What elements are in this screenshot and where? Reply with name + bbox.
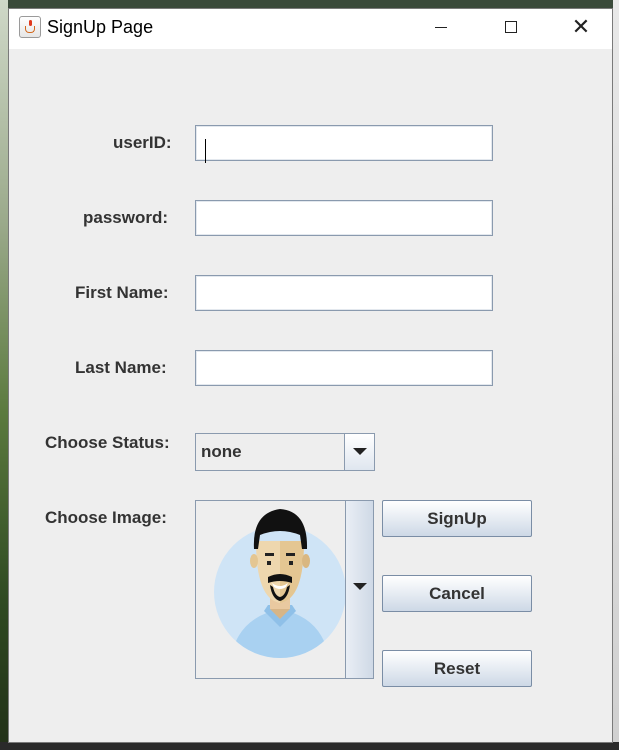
status-dropdown-arrow-button[interactable] [344, 434, 374, 470]
password-label: password: [83, 208, 169, 227]
userid-input[interactable] [195, 125, 493, 161]
minimize-button[interactable] [413, 9, 469, 45]
desktop-background-right [613, 0, 619, 750]
choose-status-label: Choose Status: [45, 433, 170, 452]
chevron-down-icon [353, 583, 367, 590]
desktop-background-left [0, 0, 8, 750]
last-name-label: Last Name: [75, 358, 167, 377]
male-avatar-icon [214, 509, 345, 658]
first-name-label: First Name: [75, 283, 169, 302]
chevron-down-icon [353, 448, 367, 455]
last-name-input[interactable] [195, 350, 493, 386]
text-caret [205, 139, 206, 163]
signup-window: SignUp Page ✕ userID: password: First Na… [8, 8, 613, 743]
image-dropdown-arrow-button[interactable] [345, 501, 373, 678]
signup-button[interactable]: SignUp [382, 500, 532, 537]
java-cup-icon [19, 16, 41, 38]
status-dropdown[interactable]: none [195, 433, 375, 471]
close-icon: ✕ [571, 14, 591, 39]
choose-image-label: Choose Image: [45, 508, 167, 527]
desktop-background-bottom [0, 742, 619, 750]
minimize-icon [435, 26, 447, 28]
userid-label: userID: [113, 133, 172, 152]
maximize-icon [505, 21, 517, 33]
avatar [196, 501, 345, 678]
first-name-input[interactable] [195, 275, 493, 311]
password-input[interactable] [195, 200, 493, 236]
title-bar: SignUp Page ✕ [9, 9, 612, 49]
image-dropdown[interactable] [195, 500, 374, 679]
window-title: SignUp Page [47, 17, 154, 37]
maximize-button[interactable] [483, 9, 539, 45]
cancel-button[interactable]: Cancel [382, 575, 532, 612]
reset-button[interactable]: Reset [382, 650, 532, 687]
close-button[interactable]: ✕ [553, 9, 609, 45]
status-selected-value: none [201, 442, 242, 461]
